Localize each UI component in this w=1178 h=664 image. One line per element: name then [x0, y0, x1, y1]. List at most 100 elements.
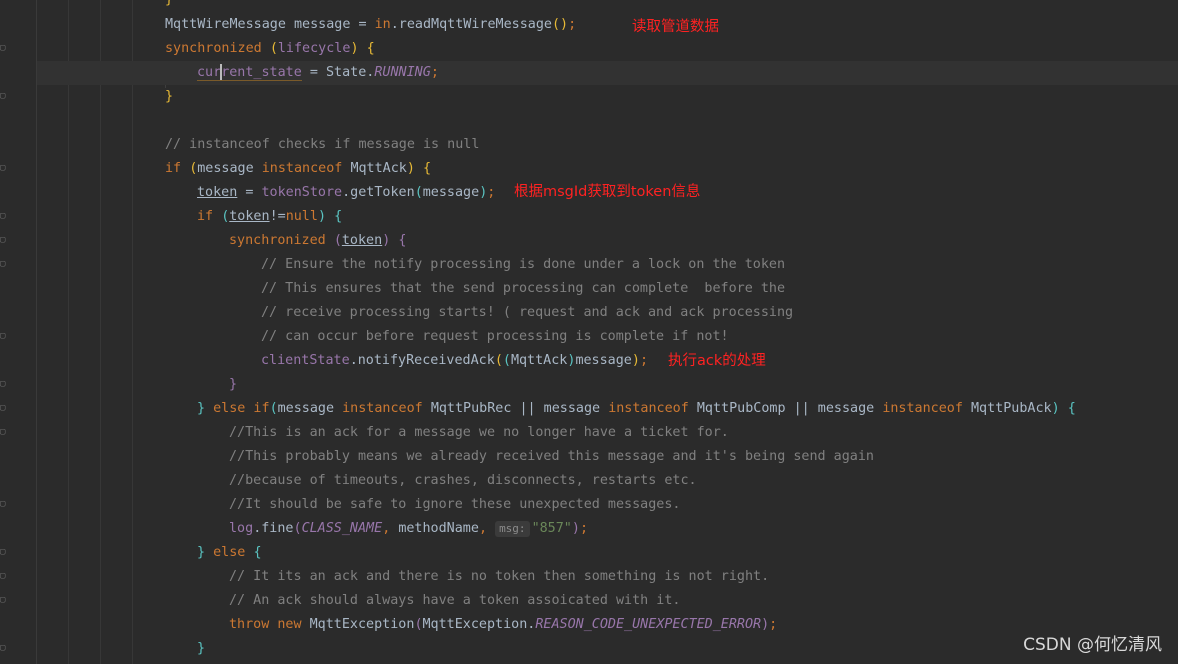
- class-name: MqttAck: [350, 161, 407, 176]
- code-line[interactable]: } else if(message instanceof MqttPubRec …: [197, 397, 1076, 421]
- comment: //This is an ack for a message we no lon…: [229, 425, 729, 440]
- paren: (: [333, 233, 342, 248]
- fold-marker-icon[interactable]: ▢: [0, 332, 6, 341]
- keyword: instanceof: [261, 161, 351, 176]
- comment: // Ensure the notify processing is done …: [261, 257, 786, 272]
- variable: token: [341, 233, 383, 248]
- code-text: =: [237, 185, 262, 200]
- fold-marker-icon[interactable]: ▢: [0, 404, 6, 413]
- code-line[interactable]: //This probably means we already receive…: [229, 445, 874, 469]
- code-line[interactable]: if (token!=null) {: [197, 205, 342, 229]
- annotation-read-pipe: 读取管道数据: [632, 19, 719, 35]
- code-line[interactable]: //This is an ack for a message we no lon…: [229, 421, 729, 445]
- code-line[interactable]: if (message instanceof MqttAck) {: [165, 157, 431, 181]
- paren: ): [571, 521, 580, 536]
- annotation-get-token: 根据msgId获取到token信息: [514, 184, 701, 200]
- keyword: instanceof: [882, 401, 971, 416]
- keyword: in: [374, 17, 391, 32]
- fold-marker-icon[interactable]: ▢: [0, 164, 6, 173]
- code-text: message: [197, 161, 262, 176]
- code-text: .: [390, 17, 399, 32]
- paren: ): [350, 41, 359, 56]
- code-line[interactable]: // receive processing starts! ( request …: [261, 301, 793, 325]
- brace: }: [165, 89, 174, 104]
- brace: }: [197, 641, 206, 656]
- indent-guide: [100, 0, 101, 664]
- keyword: instanceof: [608, 401, 697, 416]
- code-text: MqttPubRec || message: [430, 401, 609, 416]
- paren: ): [761, 617, 770, 632]
- fold-marker-icon[interactable]: ▢: [0, 236, 6, 245]
- keyword: synchronized: [229, 233, 334, 248]
- comment: // can occur before request processing i…: [261, 329, 729, 344]
- code-line[interactable]: clientState.notifyReceivedAck((MqttAck)m…: [261, 349, 648, 373]
- code-line[interactable]: synchronized (token) {: [229, 229, 406, 253]
- code-line[interactable]: // It its an ack and there is no token t…: [229, 565, 769, 589]
- code-line[interactable]: synchronized (lifecycle) {: [165, 37, 375, 61]
- fold-marker-icon[interactable]: ▢: [0, 548, 6, 557]
- comment: // It its an ack and there is no token t…: [229, 569, 770, 584]
- fold-marker-icon[interactable]: ▢: [0, 428, 6, 437]
- comment: //because of timeouts, crashes, disconne…: [229, 473, 697, 488]
- comment: //This probably means we already receive…: [229, 449, 874, 464]
- fold-marker-icon[interactable]: ▢: [0, 596, 6, 605]
- fold-marker-icon[interactable]: ▢: [0, 44, 6, 53]
- constant: REASON_CODE_UNEXPECTED_ERROR: [535, 617, 762, 632]
- semicolon: ;: [430, 65, 439, 80]
- class-name: MqttException: [309, 617, 415, 632]
- code-editor[interactable]: ▢ ▢ ▢ ▢ ▢ ▢ ▢ ▢ ▢ ▢ ▢ ▢ ▢ ▢ ▢ } MqttWire…: [0, 0, 1178, 664]
- code-line[interactable]: }: [165, 85, 173, 109]
- method-call: readMqttWireMessage: [398, 17, 552, 32]
- code-line[interactable]: token = tokenStore.getToken(message);: [197, 181, 495, 205]
- code-line[interactable]: }: [229, 373, 237, 397]
- brace: {: [366, 41, 375, 56]
- code-line[interactable]: MqttWireMessage message = in.readMqttWir…: [165, 13, 576, 37]
- paren: (: [269, 41, 278, 56]
- fold-marker-icon[interactable]: ▢: [0, 260, 6, 269]
- fold-marker-icon[interactable]: ▢: [0, 212, 6, 221]
- fold-marker-icon[interactable]: ▢: [0, 92, 6, 101]
- code-text: MqttWireMessage message =: [165, 17, 375, 32]
- code-line[interactable]: log.fine(CLASS_NAME, methodName, msg: "85…: [229, 517, 588, 541]
- paren: ): [1051, 401, 1060, 416]
- brace: {: [253, 545, 262, 560]
- comment: // receive processing starts! ( request …: [261, 305, 794, 320]
- line-gutter[interactable]: ▢ ▢ ▢ ▢ ▢ ▢ ▢ ▢ ▢ ▢ ▢ ▢ ▢ ▢ ▢: [0, 0, 37, 664]
- code-line[interactable]: // can occur before request processing i…: [261, 325, 729, 349]
- code-line[interactable]: // This ensures that the send processing…: [261, 277, 785, 301]
- fold-marker-icon[interactable]: ▢: [0, 380, 6, 389]
- field: log: [229, 521, 254, 536]
- field: clientState: [261, 353, 350, 368]
- method-call: .getToken: [342, 185, 415, 200]
- code-line[interactable]: // An ack should always have a token ass…: [229, 589, 680, 613]
- paren: (: [414, 617, 423, 632]
- string-literal: "857": [531, 521, 572, 536]
- paren: (: [502, 353, 511, 368]
- fold-marker-icon[interactable]: ▢: [0, 500, 6, 509]
- code-line[interactable]: }: [197, 637, 205, 661]
- brace: }: [197, 545, 214, 560]
- code-line[interactable]: } else {: [197, 541, 262, 565]
- code-line[interactable]: //because of timeouts, crashes, disconne…: [229, 469, 697, 493]
- semicolon: ;: [568, 17, 577, 32]
- fold-marker-icon[interactable]: ▢: [0, 644, 6, 653]
- code-line[interactable]: // instanceof checks if message is null: [165, 133, 479, 157]
- code-line-current[interactable]: current_state = State.RUNNING;: [197, 61, 439, 85]
- code-line[interactable]: throw new MqttException(MqttException.RE…: [229, 613, 777, 637]
- code-line[interactable]: //It should be safe to ignore these unex…: [229, 493, 680, 517]
- method-call: .fine: [253, 521, 294, 536]
- brace: }: [197, 401, 214, 416]
- semicolon: ;: [769, 617, 778, 632]
- code-text: MqttException.: [422, 617, 536, 632]
- paren: (): [551, 17, 569, 32]
- code-line[interactable]: }: [165, 0, 173, 12]
- code-line[interactable]: // Ensure the notify processing is done …: [261, 253, 785, 277]
- fold-marker-icon[interactable]: ▢: [0, 572, 6, 581]
- keyword: throw new: [229, 617, 310, 632]
- field: tokenStore: [261, 185, 343, 200]
- class-name: MqttAck: [510, 353, 568, 368]
- paren: ): [631, 353, 640, 368]
